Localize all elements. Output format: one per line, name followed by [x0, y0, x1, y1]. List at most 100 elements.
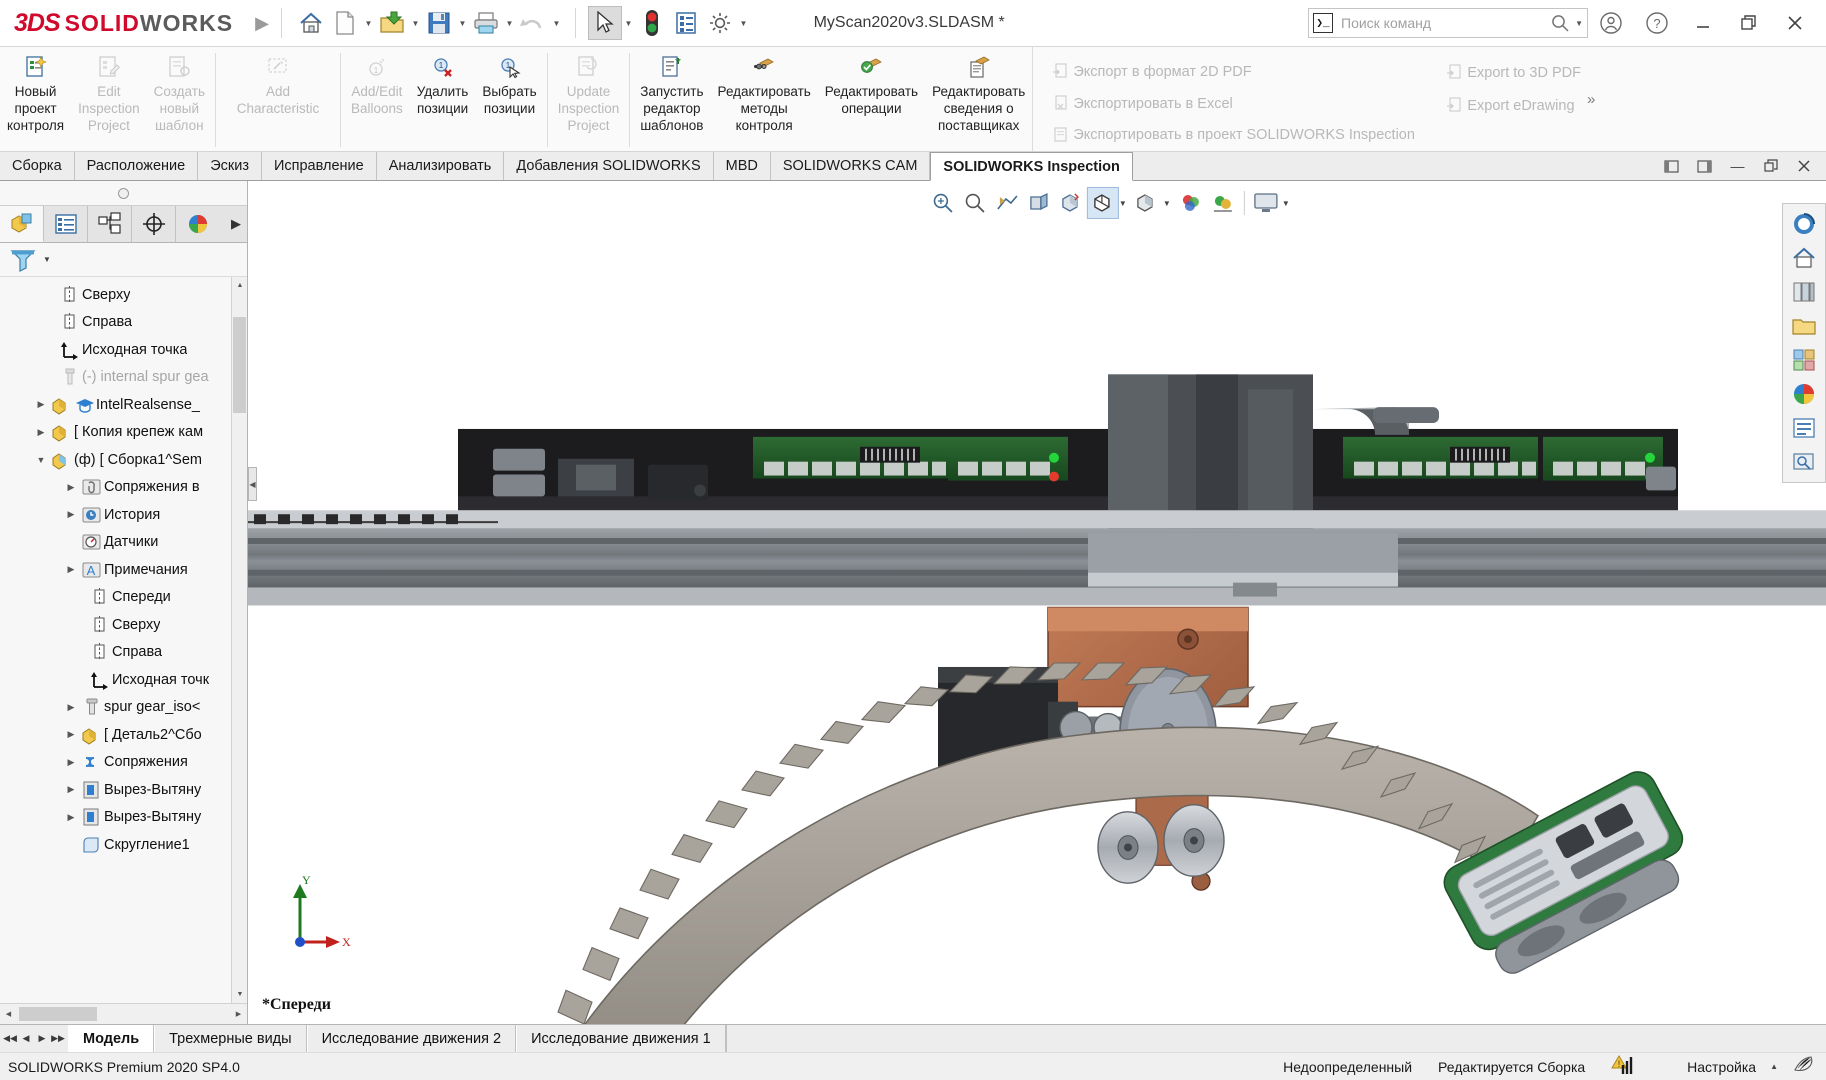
- doc-close-icon[interactable]: [1787, 159, 1820, 173]
- expand-arrow-icon[interactable]: ▶: [62, 729, 80, 740]
- tree-item[interactable]: (-) internal spur gea: [0, 364, 247, 392]
- display-manager-tab[interactable]: [176, 206, 220, 242]
- ribbon-add-edit-balloons[interactable]: 1 Add/Edit Balloons: [344, 47, 410, 151]
- new-document-icon[interactable]: [328, 6, 362, 40]
- ribbon-edit-operations[interactable]: Редактировать операции: [818, 47, 925, 151]
- hide-show-icon[interactable]: [1131, 187, 1163, 219]
- new-document-dropdown[interactable]: ▼: [362, 6, 375, 40]
- tree-item[interactable]: ▶ [ Деталь2^Сбо: [0, 721, 247, 749]
- library-icon[interactable]: [1784, 343, 1824, 377]
- scenes-icon[interactable]: [1784, 275, 1824, 309]
- tree-item[interactable]: Сверху: [0, 611, 247, 639]
- expand-arrow-icon[interactable]: ▶: [32, 399, 50, 410]
- print-icon[interactable]: [469, 6, 503, 40]
- ribbon-export-excel[interactable]: Экспортировать в Excel: [1047, 88, 1427, 120]
- tree-item[interactable]: Сверху: [0, 281, 247, 309]
- appearance-sphere-icon[interactable]: [1784, 377, 1824, 411]
- btab-motion-study-2[interactable]: Исследование движения 2: [307, 1025, 517, 1052]
- tree-item[interactable]: ▶ Сопряжения: [0, 749, 247, 777]
- open-folder-icon[interactable]: [375, 6, 409, 40]
- btab-model[interactable]: Модель: [68, 1025, 154, 1052]
- menu-expand-arrow[interactable]: ▶: [255, 13, 269, 34]
- nav-last-icon[interactable]: ▶▶: [50, 1033, 66, 1044]
- doc-restore-icon[interactable]: [1754, 159, 1787, 173]
- tree-item[interactable]: ▶ Вырез-Вытяну: [0, 776, 247, 804]
- search-dropdown-caret[interactable]: ▼: [1575, 19, 1583, 28]
- options-dropdown[interactable]: ▼: [737, 6, 750, 40]
- window-minimize-button[interactable]: [1680, 3, 1726, 43]
- tab-layout[interactable]: Расположение: [75, 152, 199, 180]
- ribbon-create-new-template[interactable]: Создать новый шаблон: [147, 47, 212, 151]
- configuration-manager-tab[interactable]: [88, 206, 132, 242]
- doc-minimize-icon[interactable]: —: [1721, 158, 1754, 174]
- expand-arrow-icon[interactable]: ▶: [62, 784, 80, 795]
- tab-cam[interactable]: SOLIDWORKS CAM: [771, 152, 931, 180]
- tab-markup[interactable]: Исправление: [262, 152, 377, 180]
- pin-left-icon[interactable]: [1655, 159, 1688, 174]
- save-icon[interactable]: [422, 6, 456, 40]
- nav-first-icon[interactable]: ◀◀: [2, 1033, 18, 1044]
- ribbon-update-inspection-project[interactable]: Update Inspection Project: [551, 47, 627, 151]
- hscroll-left-arrow[interactable]: ◀: [0, 1004, 17, 1024]
- user-account-icon[interactable]: [1588, 3, 1634, 43]
- warning-chart-icon[interactable]: !: [1611, 1054, 1635, 1079]
- hscroll-thumb[interactable]: [19, 1007, 97, 1021]
- tree-item[interactable]: Скругление1: [0, 831, 247, 859]
- scene-icon[interactable]: [1207, 187, 1239, 219]
- btab-3d-views[interactable]: Трехмерные виды: [154, 1025, 306, 1052]
- tab-mbd[interactable]: MBD: [714, 152, 771, 180]
- tree-item[interactable]: ▶ Вырез-Вытяну: [0, 804, 247, 832]
- tree-item[interactable]: ▶ [ Копия крепеж кам: [0, 419, 247, 447]
- tree-item[interactable]: ▼ (ф) [ Сборка1^Sem: [0, 446, 247, 474]
- tree-item[interactable]: ▶ spur gear_iso<: [0, 694, 247, 722]
- tree-item[interactable]: Датчики: [0, 529, 247, 557]
- expand-arrow-icon[interactable]: ▶: [62, 812, 80, 823]
- previous-view-icon[interactable]: [991, 187, 1023, 219]
- panel-tabs-expand-arrow[interactable]: ▶: [225, 206, 247, 242]
- nav-next-icon[interactable]: ▶: [34, 1033, 50, 1044]
- settings-caret-icon[interactable]: ▲: [1770, 1062, 1778, 1071]
- feature-tree-filter[interactable]: ▼: [0, 243, 247, 277]
- tree-item[interactable]: Справа: [0, 309, 247, 337]
- ribbon-export-2d-pdf[interactable]: Экспорт в формат 2D PDF: [1047, 56, 1427, 88]
- view-orientation-icon[interactable]: [1055, 187, 1087, 219]
- appearance-icon[interactable]: [1175, 187, 1207, 219]
- file-properties-icon[interactable]: [669, 6, 703, 40]
- rebuild-status-icon[interactable]: [1792, 1054, 1816, 1079]
- feature-tree[interactable]: Сверху Справа Исходная точка (-) interna…: [0, 277, 247, 1003]
- nav-prev-icon[interactable]: ◀: [18, 1033, 34, 1044]
- panel-splitter-handle[interactable]: [0, 181, 247, 205]
- tab-addins[interactable]: Добавления SOLIDWORKS: [504, 152, 713, 180]
- rebuild-icon[interactable]: [635, 6, 669, 40]
- viewport-icon[interactable]: [1250, 187, 1282, 219]
- display-style-dropdown[interactable]: ▼: [1119, 199, 1131, 208]
- viewport-dropdown[interactable]: ▼: [1282, 199, 1294, 208]
- undo-dropdown[interactable]: ▼: [550, 6, 563, 40]
- tree-item[interactable]: ▶ Сопряжения в: [0, 474, 247, 502]
- expand-arrow-icon[interactable]: ▶: [62, 509, 80, 520]
- ribbon-edit-inspection-project[interactable]: Edit Inspection Project: [71, 47, 147, 151]
- folder-panel-icon[interactable]: [1784, 309, 1824, 343]
- window-close-button[interactable]: [1772, 3, 1818, 43]
- tree-vertical-scrollbar[interactable]: ▲ ▼: [231, 277, 247, 1003]
- collapse-arrow-icon[interactable]: ▼: [32, 455, 50, 465]
- help-icon[interactable]: ?: [1634, 3, 1680, 43]
- tab-evaluate[interactable]: Анализировать: [377, 152, 505, 180]
- tree-item[interactable]: Исходная точка: [0, 336, 247, 364]
- tree-item[interactable]: ▶ IntelRealsense_: [0, 391, 247, 419]
- tab-inspection[interactable]: SOLIDWORKS Inspection: [930, 152, 1132, 181]
- property-manager-tab[interactable]: [44, 206, 88, 242]
- ribbon-add-characteristic[interactable]: Add Characteristic: [219, 47, 337, 151]
- settings-label[interactable]: Настройка: [1687, 1059, 1756, 1075]
- expand-arrow-icon[interactable]: ▶: [62, 702, 80, 713]
- ribbon-overflow-button[interactable]: »: [1581, 91, 1601, 108]
- ribbon-export-sw-inspection[interactable]: Экспортировать в проект SOLIDWORKS Inspe…: [1047, 119, 1427, 151]
- ribbon-select-balloons[interactable]: 1 Выбрать позиции: [475, 47, 543, 151]
- command-search[interactable]: ❯_ ▼: [1308, 8, 1588, 38]
- section-view-icon[interactable]: [1023, 187, 1055, 219]
- search-input[interactable]: [1341, 15, 1550, 31]
- ribbon-new-inspection-project[interactable]: Новый проект контроля: [0, 47, 71, 151]
- window-restore-button[interactable]: [1726, 3, 1772, 43]
- tree-item[interactable]: Исходная точк: [0, 666, 247, 694]
- zoom-area-icon[interactable]: [959, 187, 991, 219]
